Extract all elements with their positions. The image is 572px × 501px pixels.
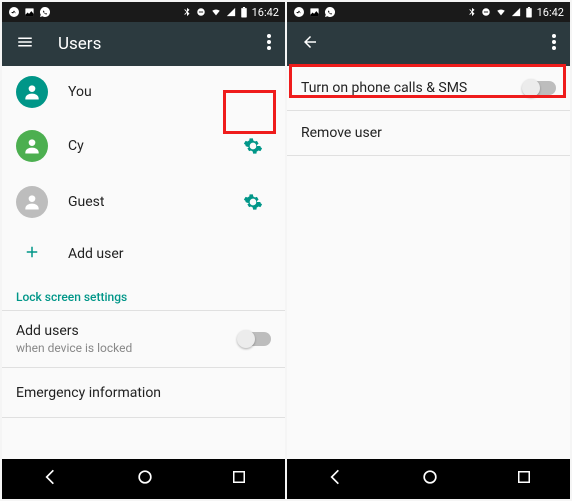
status-time: 16:42 (252, 6, 279, 19)
phone-sms-toggle-row[interactable]: Turn on phone calls & SMS (287, 66, 570, 111)
setting-title: Emergency information (16, 385, 161, 401)
toggle-switch[interactable] (524, 81, 556, 95)
user-settings-button[interactable] (235, 184, 271, 220)
nav-bar (2, 459, 285, 499)
phone-right: 16:42 Turn on phone calls & SMS Remove u… (287, 2, 570, 499)
plus-icon (23, 243, 41, 265)
image-icon (309, 7, 320, 18)
nav-home-icon[interactable] (420, 467, 440, 491)
page-title: Users (58, 34, 243, 54)
messenger-icon (293, 6, 305, 18)
back-icon[interactable] (301, 33, 319, 55)
wifi-icon (210, 7, 222, 17)
toggle-label: Turn on phone calls & SMS (301, 80, 524, 96)
status-time: 16:42 (537, 6, 564, 19)
wifi-icon (495, 7, 507, 17)
signal-icon (511, 7, 521, 17)
nav-back-icon[interactable] (40, 467, 60, 491)
menu-icon[interactable] (16, 33, 34, 55)
whatsapp-icon (324, 6, 336, 18)
status-bar: 16:42 (2, 2, 285, 22)
user-row-guest[interactable]: Guest (2, 174, 285, 230)
content-area: Turn on phone calls & SMS Remove user (287, 66, 570, 459)
overflow-icon[interactable] (267, 34, 271, 54)
user-label: Guest (68, 194, 215, 210)
add-users-locked-row[interactable]: Add users when device is locked (2, 310, 285, 368)
status-bar: 16:42 (287, 2, 570, 22)
user-row-cy[interactable]: Cy (2, 118, 285, 174)
avatar (16, 130, 48, 162)
bluetooth-icon (467, 7, 477, 17)
content-area: You Cy Guest A (2, 66, 285, 459)
phone-left: 16:42 Users You Cy (2, 2, 285, 499)
setting-title: Add users (16, 323, 239, 339)
bluetooth-icon (182, 7, 192, 17)
user-label: Cy (68, 138, 215, 154)
remove-user-row[interactable]: Remove user (287, 111, 570, 156)
avatar (16, 186, 48, 218)
image-icon (24, 7, 35, 18)
whatsapp-icon (39, 6, 51, 18)
messenger-icon (8, 6, 20, 18)
dnd-icon (481, 7, 491, 17)
app-bar: Users (2, 22, 285, 66)
user-row-you[interactable]: You (2, 66, 285, 118)
nav-home-icon[interactable] (135, 467, 155, 491)
signal-icon (226, 7, 236, 17)
nav-recent-icon[interactable] (230, 468, 248, 490)
toggle-switch[interactable] (239, 332, 271, 346)
add-user-button[interactable]: Add user (2, 230, 285, 278)
add-user-label: Add user (68, 246, 271, 262)
nav-recent-icon[interactable] (515, 468, 533, 490)
emergency-info-row[interactable]: Emergency information (2, 368, 285, 418)
battery-icon (240, 7, 248, 18)
battery-icon (525, 7, 533, 18)
avatar (16, 76, 48, 108)
app-bar (287, 22, 570, 66)
overflow-icon[interactable] (552, 34, 556, 54)
dnd-icon (196, 7, 206, 17)
user-settings-button[interactable] (235, 128, 271, 164)
remove-user-label: Remove user (301, 125, 382, 141)
nav-bar (287, 459, 570, 499)
nav-back-icon[interactable] (325, 467, 345, 491)
section-header: Lock screen settings (2, 278, 285, 310)
setting-subtitle: when device is locked (16, 341, 239, 355)
user-label: You (68, 84, 271, 100)
